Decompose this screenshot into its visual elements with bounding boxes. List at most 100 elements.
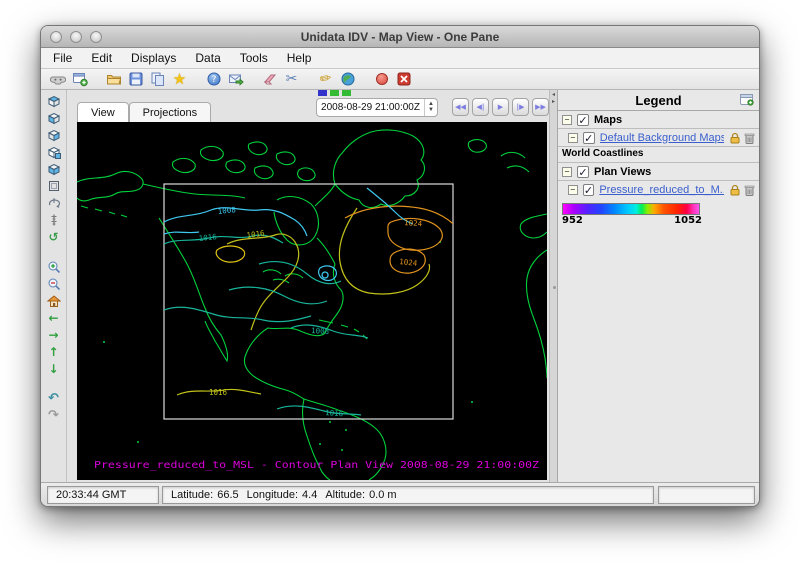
edit-pencil-icon[interactable]: ✏: [317, 71, 334, 88]
clock-text: 20:33:44 GMT: [56, 489, 126, 501]
tab-view[interactable]: View: [77, 102, 129, 122]
pressure-checkbox[interactable]: ✓: [583, 184, 595, 196]
longitude-label: Longitude:: [247, 489, 298, 501]
redo-icon[interactable]: ↷: [46, 408, 62, 423]
colorbar[interactable]: [562, 203, 700, 215]
legend-group-maps: − ✓ Maps: [558, 111, 759, 129]
step-forward-button[interactable]: |▶: [512, 98, 529, 116]
rotate-view-icon[interactable]: [46, 195, 62, 210]
splitter-collapse-icon[interactable]: ◂▸: [550, 92, 557, 105]
globe-projection-icon[interactable]: [339, 71, 356, 88]
indicator-green-1: [330, 90, 339, 96]
legend-group-plan-views: − ✓ Plan Views: [558, 163, 759, 181]
collapse-icon[interactable]: −: [568, 133, 578, 143]
pan-up-icon[interactable]: ↑: [46, 344, 62, 359]
favorites-icon[interactable]: ★: [171, 71, 188, 88]
svg-text:1024: 1024: [404, 218, 423, 228]
trash-icon[interactable]: [744, 184, 755, 196]
legend-item-background-maps: − ✓ Default Background Maps: [558, 129, 759, 147]
legend-title: Legend: [635, 93, 681, 108]
view-front-icon[interactable]: [46, 110, 62, 125]
pressure-display-link[interactable]: Pressure_reduced_to_M...: [599, 184, 724, 196]
collapse-icon[interactable]: −: [568, 185, 578, 195]
menu-data[interactable]: Data: [195, 51, 220, 65]
fast-forward-button[interactable]: ▶▶: [532, 98, 549, 116]
legend-header: Legend: [558, 90, 759, 111]
zoom-out-icon[interactable]: [46, 276, 62, 291]
background-maps-link[interactable]: Default Background Maps: [600, 132, 724, 144]
plan-views-group-label: Plan Views: [594, 166, 651, 178]
title-bar[interactable]: Unidata IDV - Map View - One Pane: [41, 26, 759, 48]
lock-icon[interactable]: [729, 184, 741, 196]
view-side-icon[interactable]: [46, 127, 62, 142]
menu-edit[interactable]: Edit: [91, 51, 112, 65]
view-tabs: View Projections: [77, 102, 211, 122]
remove-data-icon[interactable]: ✂: [283, 71, 300, 88]
map-display[interactable]: 1008 1016 1016 1024 1024 1008 1016 1016 …: [77, 122, 547, 480]
trash-icon[interactable]: [744, 132, 755, 144]
altitude-label: Altitude:: [325, 489, 365, 501]
view-top-icon[interactable]: [46, 93, 62, 108]
menu-help[interactable]: Help: [287, 51, 312, 65]
pan-down-icon[interactable]: ↓: [46, 361, 62, 376]
home-view-icon[interactable]: [46, 293, 62, 308]
support-request-icon[interactable]: [227, 71, 244, 88]
indicator-blue: [318, 90, 327, 96]
svg-text:1008: 1008: [311, 326, 330, 336]
main-area: ↺ ← → ↑ ↓ ↶ ↷ View Projections: [41, 90, 759, 482]
viewpoint-toolbar: ↺ ← → ↑ ↓ ↶ ↷: [41, 90, 67, 482]
remove-displays-icon[interactable]: [261, 71, 278, 88]
rewind-button[interactable]: ◀◀: [452, 98, 469, 116]
world-coastlines: [77, 130, 547, 480]
world-coastlines-label: World Coastlines: [558, 147, 759, 163]
record-image-icon[interactable]: [373, 71, 390, 88]
pan-right-icon[interactable]: →: [46, 327, 62, 342]
auto-rotate-icon[interactable]: ↺: [46, 229, 62, 244]
save-bundle-icon[interactable]: [127, 71, 144, 88]
maps-checkbox[interactable]: ✓: [577, 114, 589, 126]
help-icon[interactable]: ?: [205, 71, 222, 88]
position-box: Latitude: 66.5 Longitude: 4.4 Altitude: …: [162, 486, 654, 504]
pan-left-icon[interactable]: ←: [46, 310, 62, 325]
splitter-handle[interactable]: [553, 286, 556, 289]
menu-tools[interactable]: Tools: [240, 51, 268, 65]
menu-file[interactable]: File: [53, 51, 72, 65]
status-bar: 20:33:44 GMT Latitude: 66.5 Longitude: 4…: [41, 482, 759, 506]
menu-bar: File Edit Displays Data Tools Help: [41, 48, 759, 69]
open-bundle-icon[interactable]: [105, 71, 122, 88]
background-maps-checkbox[interactable]: ✓: [583, 132, 595, 144]
view-perspective-icon[interactable]: [46, 144, 62, 159]
float-legend-icon[interactable]: [740, 94, 754, 106]
time-stepper-icon[interactable]: ▲▼: [424, 99, 437, 116]
copy-display-icon[interactable]: [149, 71, 166, 88]
svg-text:1016: 1016: [209, 388, 228, 397]
clock-box: 20:33:44 GMT: [47, 486, 159, 504]
collapse-icon[interactable]: −: [562, 167, 572, 177]
panel-splitter[interactable]: ◂▸: [549, 90, 558, 482]
collapse-icon[interactable]: −: [562, 115, 572, 125]
time-selector[interactable]: 2008-08-29 21:00:00Z ▲▼: [316, 98, 438, 117]
vertical-scale-icon[interactable]: [46, 212, 62, 227]
menu-displays[interactable]: Displays: [131, 51, 176, 65]
view-bottom-icon[interactable]: [46, 161, 62, 176]
zoom-in-icon[interactable]: [46, 259, 62, 274]
svg-text:1016: 1016: [246, 228, 266, 239]
legend-panel: Legend − ✓ Maps − ✓ Default Background M…: [558, 90, 759, 482]
map-panel: View Projections 2008-08-29 21:00:00Z ▲▼…: [68, 90, 549, 482]
tab-projections[interactable]: Projections: [129, 102, 211, 122]
legend-item-pressure: − ✓ Pressure_reduced_to_M...: [558, 181, 759, 199]
new-display-window-icon[interactable]: [71, 71, 88, 88]
dashboard-icon[interactable]: [49, 71, 66, 88]
exit-icon[interactable]: [395, 71, 412, 88]
step-back-button[interactable]: ◀|: [472, 98, 489, 116]
plan-views-checkbox[interactable]: ✓: [577, 166, 589, 178]
undo-icon[interactable]: ↶: [46, 391, 62, 406]
set-bounds-icon[interactable]: [46, 178, 62, 193]
memory-box: [658, 486, 755, 504]
play-button[interactable]: ▶: [492, 98, 509, 116]
color-scale: 952 1052: [558, 199, 759, 228]
svg-text:1016: 1016: [198, 232, 217, 243]
colorbar-max: 1052: [674, 215, 702, 226]
maps-group-label: Maps: [594, 114, 622, 126]
lock-icon[interactable]: [729, 132, 741, 144]
